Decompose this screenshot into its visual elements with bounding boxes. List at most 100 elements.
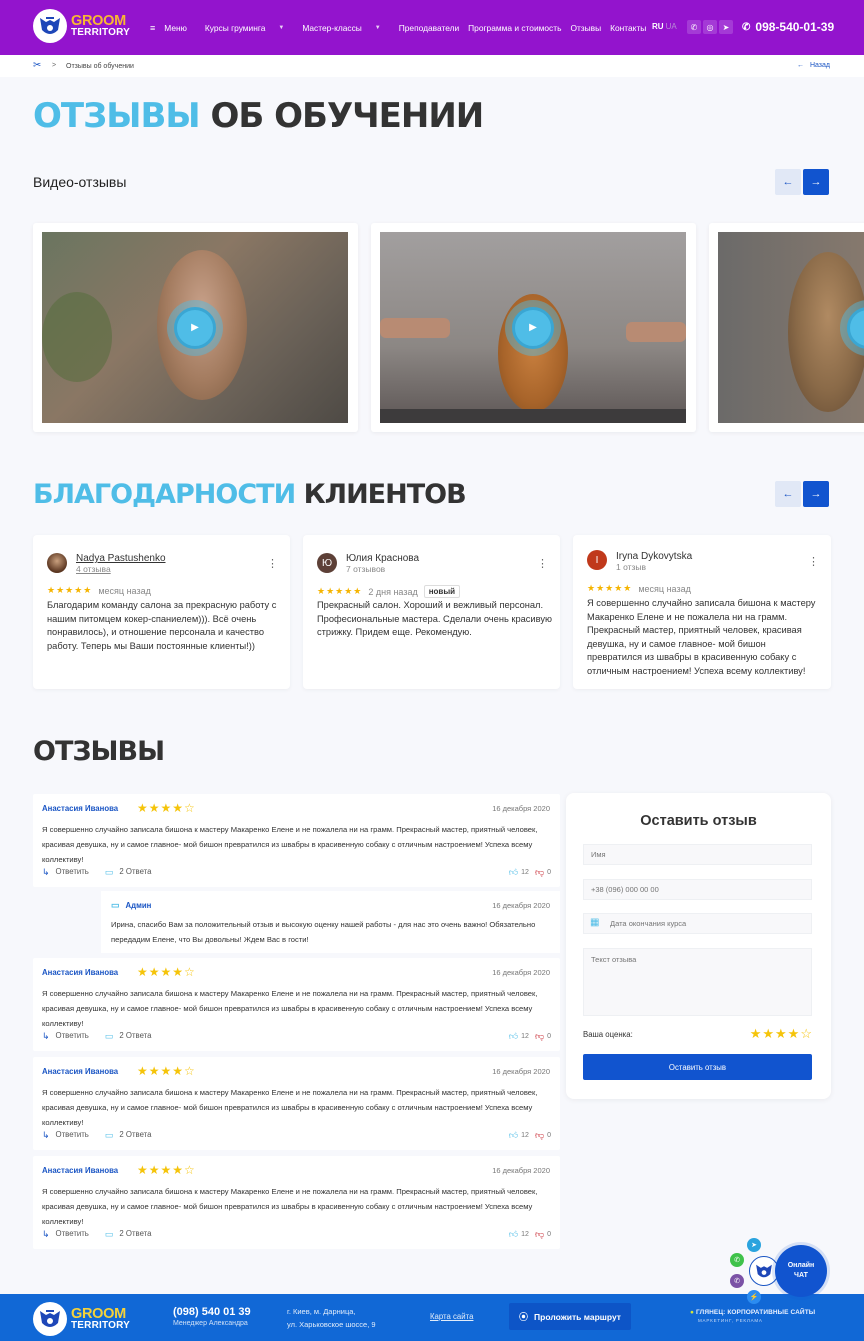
likes-count: 12 — [521, 1231, 529, 1238]
reviewer-name[interactable]: Анастасия Иванова — [42, 1166, 118, 1175]
more-options-icon[interactable]: ⋮ — [267, 557, 278, 570]
video-thumbnail-woman: ▶ — [42, 232, 348, 423]
play-button[interactable]: ▶ — [167, 299, 223, 356]
reviewer-name[interactable]: Анастасия Иванова — [42, 968, 118, 977]
header-phone[interactable]: ✆ 098-540-01-39 — [742, 20, 834, 34]
reply-button[interactable]: ↳ Ответить — [42, 1031, 89, 1042]
telegram-icon[interactable]: ➤ — [719, 20, 733, 34]
phone-icon: ✆ — [742, 21, 751, 33]
reviewer-name[interactable]: Юлия Краснова — [346, 553, 419, 564]
dislikes-count: 0 — [547, 869, 551, 876]
whatsapp-icon[interactable]: ✆ — [730, 1253, 744, 1267]
answers-toggle[interactable]: ▭ 2 Ответа — [105, 1229, 152, 1240]
video-card[interactable]: ▶ — [33, 223, 358, 432]
nav-teachers[interactable]: Преподаватели — [399, 23, 459, 33]
menu-icon: ≡ — [150, 22, 156, 33]
review-text: Я совершенно случайно записала бишона к … — [587, 598, 816, 676]
reviewer-name[interactable]: Анастасия Иванова — [42, 804, 118, 813]
calendar-icon[interactable]: ▦ — [590, 917, 599, 928]
viber-icon[interactable]: ✆ — [687, 20, 701, 34]
thumbs-up-icon[interactable]: 👍︎ — [509, 1130, 518, 1141]
more-options-icon[interactable]: ⋮ — [537, 557, 548, 570]
nav-menu[interactable]: ≡ Меню — [150, 23, 196, 33]
nav-program-price[interactable]: Программа и стоимость — [468, 23, 561, 33]
review-text: Я совершенно случайно записала бишона к … — [42, 989, 538, 1028]
thanks-next-button[interactable]: → — [803, 481, 829, 507]
dislikes-count: 0 — [547, 1033, 551, 1040]
nav-grooming-courses[interactable]: Курсы груминга ▼ — [205, 23, 293, 33]
review-time: месяц назад — [98, 585, 151, 596]
new-badge: новый — [423, 585, 461, 598]
submit-review-button[interactable]: Оставить отзыв — [583, 1054, 812, 1080]
reviewer-name[interactable]: Nadya Pastushenko — [76, 553, 166, 564]
lang-ru[interactable]: RU — [652, 22, 664, 31]
instagram-icon[interactable]: ◎ — [703, 20, 717, 34]
review-time: 2 дня назад — [368, 586, 418, 597]
course-end-date-input[interactable] — [583, 913, 812, 934]
review-count[interactable]: 7 отзывов — [346, 564, 385, 574]
more-options-icon[interactable]: ⋮ — [808, 555, 819, 568]
telegram-icon[interactable]: ➤ — [747, 1238, 761, 1252]
thumbs-up-icon[interactable]: 👍︎ — [509, 1031, 518, 1042]
online-chat-button[interactable]: Онлайн ЧАТ — [775, 1245, 827, 1297]
star-rating: ★★★★★ — [47, 585, 93, 595]
breadcrumb: ✂ > Отзывы об обучении ← Назад — [0, 55, 864, 77]
comment-icon: ▭ — [104, 1031, 114, 1041]
review-text-input[interactable] — [583, 948, 812, 1016]
video-card[interactable]: ▶ — [709, 223, 864, 432]
back-link[interactable]: ← Назад — [797, 62, 830, 69]
nav-reviews[interactable]: Отзывы — [570, 23, 601, 33]
star-rating: ★★★★☆ — [137, 1064, 196, 1078]
play-icon: ▶ — [174, 306, 216, 349]
arrow-left-icon: ← — [796, 62, 804, 69]
answers-toggle[interactable]: ▭ 2 Ответа — [105, 1130, 152, 1141]
route-button[interactable]: ⦿ Проложить маршрут — [509, 1303, 631, 1330]
thumbs-up-icon[interactable]: 👍︎ — [509, 1229, 518, 1240]
video-card[interactable]: ▶ — [371, 223, 696, 432]
reply-arrow-icon: ↳ — [42, 1031, 50, 1041]
video-thumbnail-pomeranian: ▶ — [380, 232, 686, 423]
thumbs-down-icon[interactable]: 👎︎ — [535, 1130, 544, 1141]
viber-icon[interactable]: ✆ — [730, 1274, 744, 1288]
star-rating: ★★★★★ — [587, 583, 633, 593]
video-next-button[interactable]: → — [803, 169, 829, 195]
answers-toggle[interactable]: ▭ 2 Ответа — [105, 867, 152, 878]
thanks-prev-button[interactable]: ← — [775, 481, 801, 507]
sitemap-link[interactable]: Карта сайта — [430, 1312, 473, 1321]
developer-credit[interactable]: ● ГЛЯНЕЦ: КОРПОРАТИВНЫЕ САЙТЫ — [690, 1309, 815, 1316]
name-input[interactable] — [583, 844, 812, 865]
thumbs-up-icon[interactable]: 👍︎ — [509, 867, 518, 878]
reviewer-name[interactable]: Iryna Dykovytska — [616, 551, 692, 562]
phone-input[interactable] — [583, 879, 812, 900]
reply-button[interactable]: ↳ Ответить — [42, 867, 89, 878]
footer-phone[interactable]: (098) 540 01 39 — [173, 1306, 251, 1318]
scissors-icon[interactable]: ✂ — [33, 60, 41, 71]
reply-button[interactable]: ↳ Ответить — [42, 1229, 89, 1240]
site-logo[interactable]: GROOM TERRITORY — [33, 9, 130, 43]
footer-logo[interactable]: GROOM TERRITORY — [33, 1302, 130, 1336]
thumbs-down-icon[interactable]: 👎︎ — [535, 867, 544, 878]
leave-review-form: Оставить отзыв ▦ Ваша оценка: ★★★★☆ Оста… — [566, 793, 831, 1099]
reply-button[interactable]: ↳ Ответить — [42, 1130, 89, 1141]
review-count[interactable]: 4 отзыва — [76, 564, 111, 574]
nav-master-classes[interactable]: Мастер-классы ▼ — [302, 23, 389, 33]
reviewer-name[interactable]: Анастасия Иванова — [42, 1067, 118, 1076]
reviews-title: ОТЗЫВЫ — [33, 736, 165, 767]
reply-arrow-icon: ↳ — [42, 1229, 50, 1239]
thumbs-down-icon[interactable]: 👎︎ — [535, 1031, 544, 1042]
chevron-down-icon: ▼ — [374, 24, 381, 31]
video-prev-button[interactable]: ← — [775, 169, 801, 195]
comment-icon: ▭ — [111, 900, 120, 910]
messenger-icon[interactable]: ⚡ — [747, 1290, 761, 1304]
nav-contacts[interactable]: Контакты — [610, 23, 646, 33]
thumbs-down-icon[interactable]: 👎︎ — [535, 1229, 544, 1240]
dog-logo-icon — [33, 9, 67, 43]
review-item: Анастасия Иванова ★★★★☆ 16 декабря 2020 … — [33, 794, 560, 887]
play-button[interactable]: ▶ — [505, 299, 561, 356]
main-nav: ≡ Меню Курсы груминга ▼ Мастер-классы ▼ Пре… — [150, 0, 655, 55]
answers-toggle[interactable]: ▭ 2 Ответа — [105, 1031, 152, 1042]
logo-line1: GROOM — [71, 1305, 126, 1322]
lang-ua[interactable]: UA — [666, 22, 677, 31]
review-count[interactable]: 1 отзыв — [616, 562, 646, 572]
rating-input[interactable]: ★★★★☆ — [750, 1026, 813, 1042]
